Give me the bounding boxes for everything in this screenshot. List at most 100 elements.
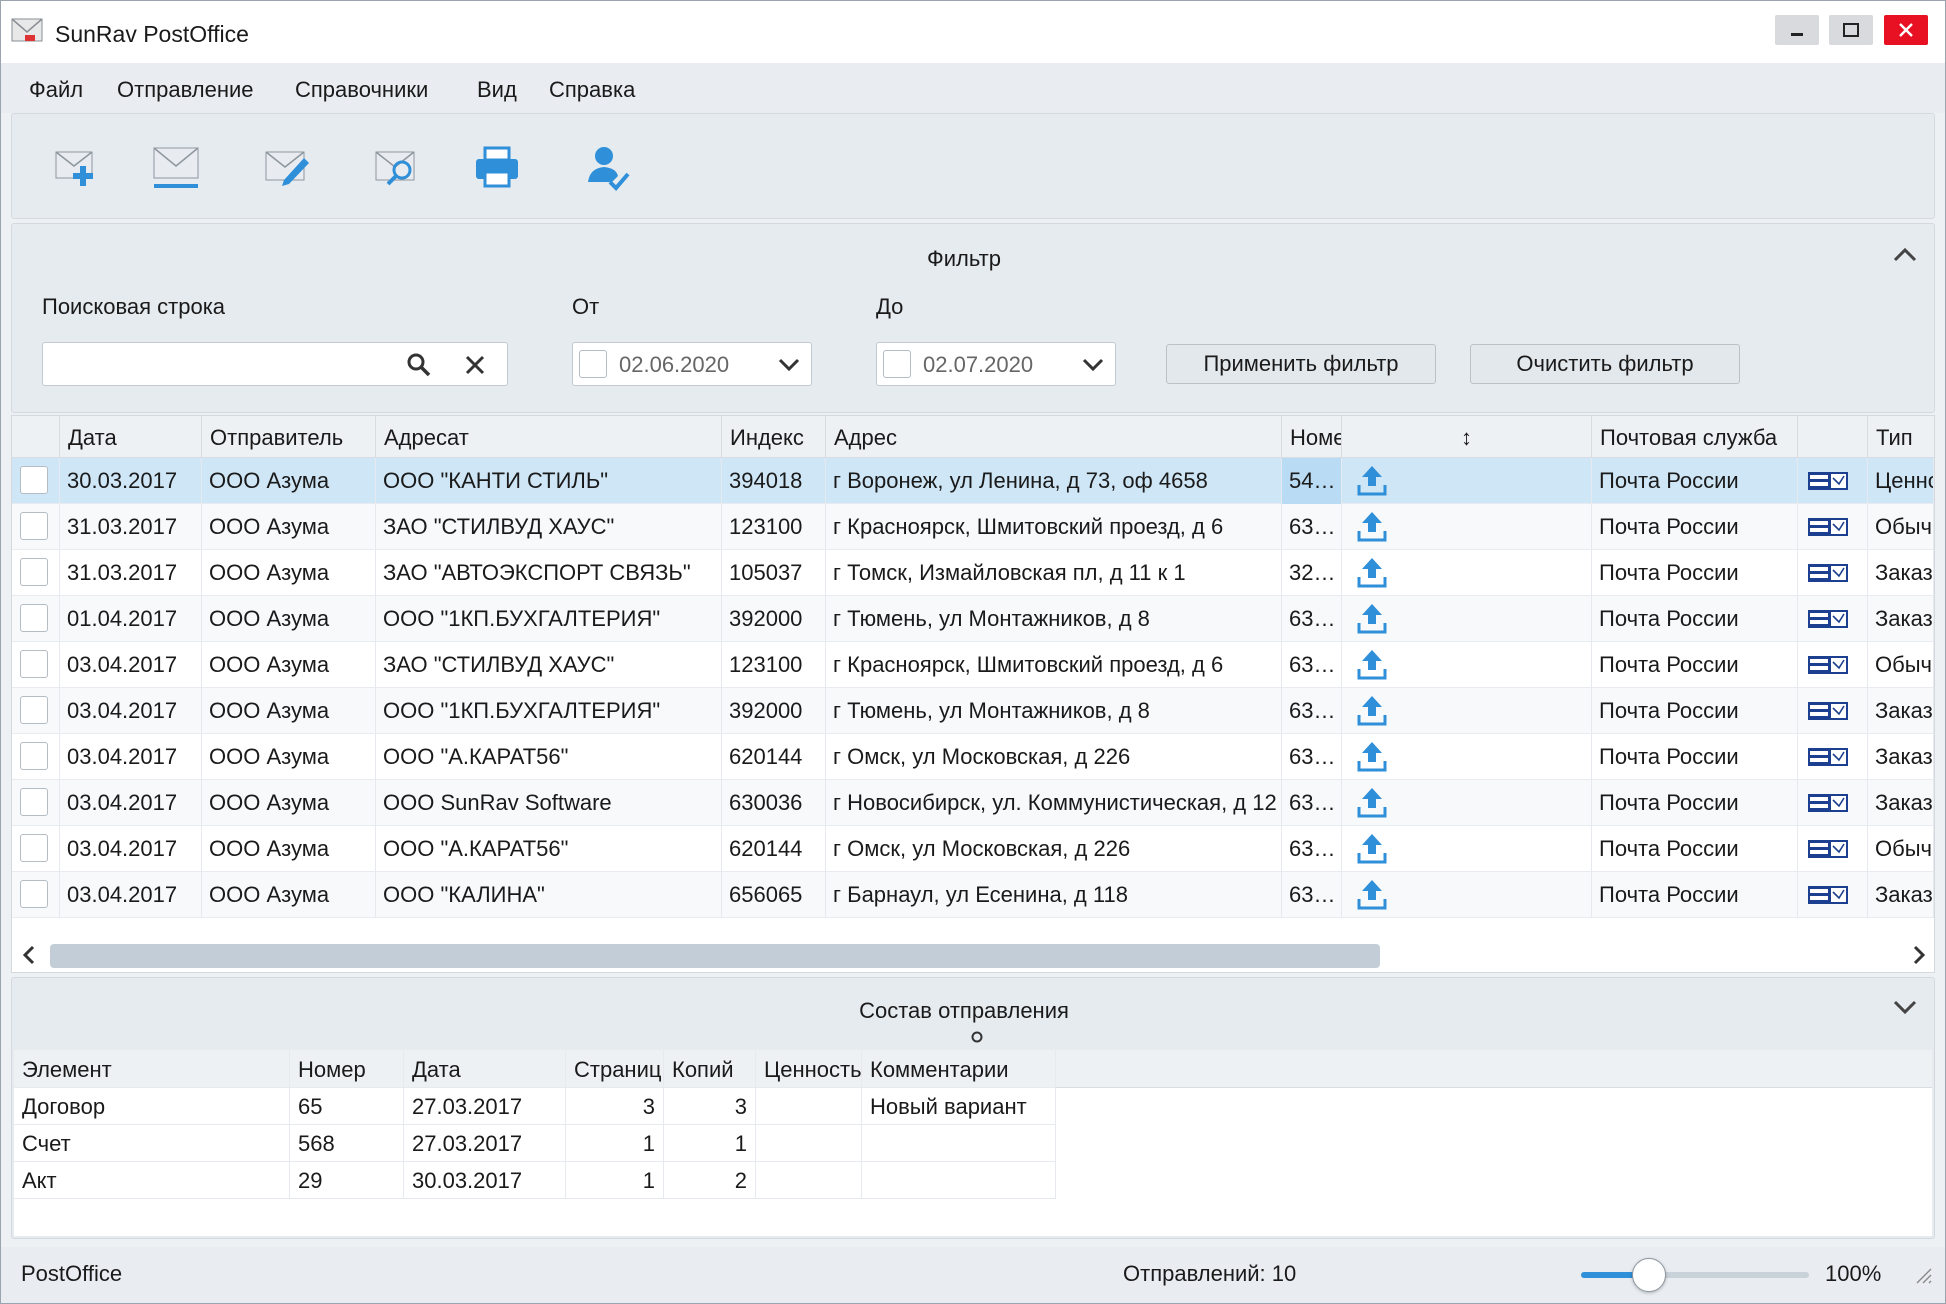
- splitter-handle-icon[interactable]: [970, 1030, 984, 1044]
- column-header-date[interactable]: Дата: [60, 416, 202, 458]
- row-select-cell[interactable]: [12, 872, 60, 918]
- horizontal-scrollbar[interactable]: [12, 934, 1934, 972]
- resize-grip-icon[interactable]: [1913, 1265, 1933, 1285]
- table-row[interactable]: 03.04.2017 ООО Азума ООО "1КП.БУХГАЛТЕРИЯ"…: [12, 688, 1934, 734]
- row-select-cell[interactable]: [12, 550, 60, 596]
- scroll-right-icon[interactable]: [1910, 944, 1928, 966]
- cell-upload[interactable]: [1342, 780, 1592, 826]
- column-header-service-logo[interactable]: [1798, 416, 1868, 458]
- chevron-down-icon[interactable]: [1892, 998, 1918, 1018]
- menu-help[interactable]: Справка: [549, 77, 635, 103]
- search-icon[interactable]: [405, 351, 433, 379]
- upload-icon[interactable]: [1342, 458, 1402, 504]
- column-header-index[interactable]: Индекс: [722, 416, 826, 458]
- column-header-sender[interactable]: Отправитель: [202, 416, 376, 458]
- column-header-recipient[interactable]: Адресат: [376, 416, 722, 458]
- column-header-address[interactable]: Адрес: [826, 416, 1282, 458]
- mail-button[interactable]: [142, 134, 212, 200]
- row-select-cell[interactable]: [12, 504, 60, 550]
- chevron-down-icon[interactable]: [1081, 355, 1105, 375]
- row-select-cell[interactable]: [12, 596, 60, 642]
- contents-column-header-date[interactable]: Дата: [404, 1050, 566, 1088]
- row-select-cell[interactable]: [12, 688, 60, 734]
- row-checkbox[interactable]: [20, 880, 48, 908]
- apply-filter-button[interactable]: Применить фильтр: [1166, 344, 1436, 384]
- table-row[interactable]: 01.04.2017 ООО Азума ООО "1КП.БУХГАЛТЕРИЯ"…: [12, 596, 1934, 642]
- table-row[interactable]: 31.03.2017 ООО Азума ЗАО "СТИЛВУД ХАУС" 123…: [12, 504, 1934, 550]
- table-row[interactable]: 03.04.2017 ООО Азума ООО "КАЛИНА" 656065 г Б…: [12, 872, 1934, 918]
- from-date-checkbox[interactable]: [579, 350, 607, 378]
- upload-icon[interactable]: [1342, 734, 1402, 780]
- zoom-slider-knob[interactable]: [1632, 1258, 1667, 1292]
- row-checkbox[interactable]: [20, 650, 48, 678]
- cell-upload[interactable]: [1342, 504, 1592, 550]
- chevron-up-icon[interactable]: [1892, 244, 1918, 264]
- clear-search-icon[interactable]: [463, 353, 487, 377]
- search-mail-button[interactable]: [362, 134, 432, 200]
- contents-column-header-copies[interactable]: Копий: [664, 1050, 756, 1088]
- print-button[interactable]: [462, 134, 532, 200]
- table-row[interactable]: 03.04.2017 ООО Азума ООО "А.КАРАТ56" 620144…: [12, 826, 1934, 872]
- search-input[interactable]: [42, 342, 508, 386]
- table-row[interactable]: 03.04.2017 ООО Азума ООО "А.КАРАТ56" 620144…: [12, 734, 1934, 780]
- cell-upload[interactable]: [1342, 872, 1592, 918]
- row-checkbox[interactable]: [20, 696, 48, 724]
- menu-file[interactable]: Файл: [29, 77, 83, 103]
- row-checkbox[interactable]: [20, 604, 48, 632]
- table-row[interactable]: 30.03.2017 ООО Азума ООО "КАНТИ СТИЛЬ" 3940…: [12, 458, 1934, 504]
- user-check-button[interactable]: [572, 134, 642, 200]
- table-row[interactable]: 31.03.2017 ООО Азума ЗАО "АВТОЭКСПОРТ СВЯЗ…: [12, 550, 1934, 596]
- cell-upload[interactable]: [1342, 826, 1592, 872]
- edit-mail-button[interactable]: [252, 134, 322, 200]
- cell-upload[interactable]: [1342, 596, 1592, 642]
- close-button[interactable]: [1884, 15, 1928, 45]
- zoom-slider[interactable]: [1581, 1258, 1809, 1292]
- menu-shipment[interactable]: Отправление: [117, 77, 254, 103]
- from-date-picker[interactable]: 02.06.2020: [572, 342, 812, 386]
- table-row[interactable]: 03.04.2017 ООО Азума ООО SunRav Software 63…: [12, 780, 1934, 826]
- contents-column-header-number[interactable]: Номер: [290, 1050, 404, 1088]
- minimize-button[interactable]: [1775, 15, 1819, 45]
- menu-references[interactable]: Справочники: [295, 77, 428, 103]
- clear-filter-button[interactable]: Очистить фильтр: [1470, 344, 1740, 384]
- menu-view[interactable]: Вид: [477, 77, 517, 103]
- row-select-cell[interactable]: [12, 826, 60, 872]
- upload-icon[interactable]: [1342, 596, 1402, 642]
- column-header-select[interactable]: [12, 416, 60, 458]
- cell-upload[interactable]: [1342, 550, 1592, 596]
- row-checkbox[interactable]: [20, 466, 48, 494]
- scroll-left-icon[interactable]: [20, 944, 38, 966]
- row-checkbox[interactable]: [20, 558, 48, 586]
- upload-icon[interactable]: [1342, 826, 1402, 872]
- row-select-cell[interactable]: [12, 642, 60, 688]
- row-select-cell[interactable]: [12, 780, 60, 826]
- contents-column-header-element[interactable]: Элемент: [14, 1050, 290, 1088]
- cell-upload[interactable]: [1342, 688, 1592, 734]
- new-shipment-button[interactable]: [42, 134, 112, 200]
- row-checkbox[interactable]: [20, 788, 48, 816]
- row-select-cell[interactable]: [12, 734, 60, 780]
- upload-icon[interactable]: [1342, 780, 1402, 826]
- cell-upload[interactable]: [1342, 734, 1592, 780]
- row-select-cell[interactable]: [12, 458, 60, 504]
- upload-icon[interactable]: [1342, 872, 1402, 918]
- row-checkbox[interactable]: [20, 512, 48, 540]
- cell-upload[interactable]: [1342, 458, 1592, 504]
- table-row[interactable]: 03.04.2017 ООО Азума ЗАО "СТИЛВУД ХАУС" 123…: [12, 642, 1934, 688]
- column-header-number[interactable]: Номер отправления: [1282, 416, 1342, 458]
- cell-upload[interactable]: [1342, 642, 1592, 688]
- upload-icon[interactable]: [1342, 688, 1402, 734]
- contents-column-header-value[interactable]: Ценность: [756, 1050, 862, 1088]
- scrollbar-thumb[interactable]: [50, 944, 1380, 968]
- column-header-service[interactable]: Почтовая служба: [1592, 416, 1798, 458]
- contents-column-header-comment[interactable]: Комментарии: [862, 1050, 1056, 1088]
- row-checkbox[interactable]: [20, 834, 48, 862]
- column-header-type[interactable]: Тип: [1868, 416, 1946, 458]
- chevron-down-icon[interactable]: [777, 355, 801, 375]
- to-date-checkbox[interactable]: [883, 350, 911, 378]
- row-checkbox[interactable]: [20, 742, 48, 770]
- to-date-picker[interactable]: 02.07.2020: [876, 342, 1116, 386]
- contents-column-header-pages[interactable]: Страниц: [566, 1050, 664, 1088]
- maximize-button[interactable]: [1829, 15, 1873, 45]
- column-header-upload[interactable]: ↕: [1342, 416, 1592, 458]
